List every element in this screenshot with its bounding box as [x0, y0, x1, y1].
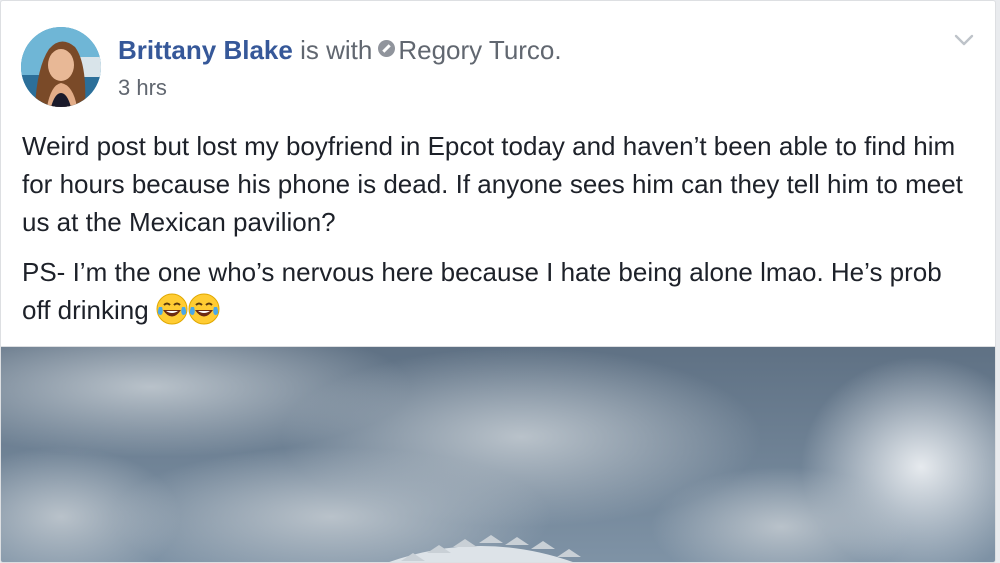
post-card: Brittany Blake is with Regory Turco. 3 hr…	[0, 0, 996, 563]
post-photo[interactable]	[1, 346, 995, 562]
face-with-tears-of-joy-icon	[188, 293, 220, 325]
checkmark-icon	[378, 40, 396, 57]
epcot-sky-image	[1, 347, 995, 562]
post-body: Weird post but lost my boyfriend in Epco…	[22, 127, 977, 329]
post-paragraph-1: Weird post but lost my boyfriend in Epco…	[22, 131, 963, 237]
with-text: is with	[300, 35, 373, 65]
avatar[interactable]	[21, 27, 101, 107]
post-paragraph-2-wrapper: PS- I’m the one who’s nervous here becau…	[22, 253, 977, 329]
tagged-person-link[interactable]: Regory Turco.	[398, 35, 561, 65]
author-name-link[interactable]: Brittany Blake	[118, 35, 293, 65]
post-header: Brittany Blake is with Regory Turco. 3 hr…	[21, 27, 961, 109]
post-attribution: Brittany Blake is with Regory Turco.	[118, 35, 562, 66]
post-timestamp[interactable]: 3 hrs	[118, 75, 167, 101]
avatar-photo	[21, 27, 101, 107]
face-with-tears-of-joy-icon	[156, 293, 188, 325]
chevron-down-icon[interactable]	[953, 29, 975, 51]
